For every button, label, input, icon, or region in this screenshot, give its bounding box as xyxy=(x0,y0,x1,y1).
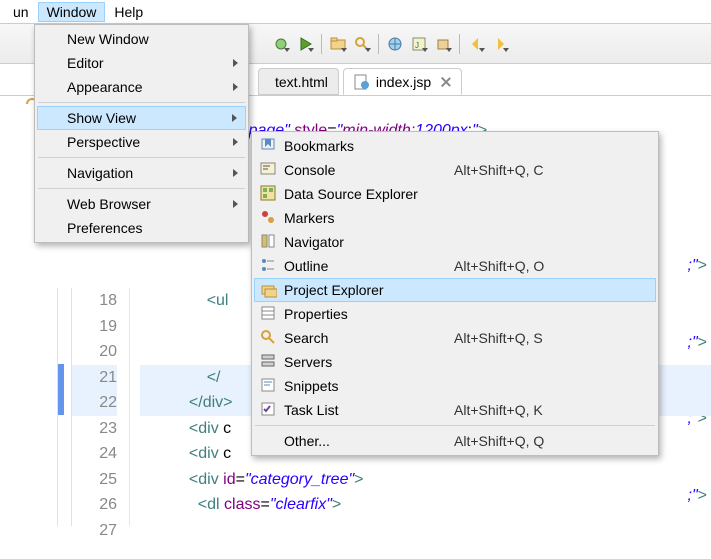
chevron-right-icon xyxy=(233,138,238,146)
submenu-servers[interactable]: Servers xyxy=(254,350,656,374)
blank-icon xyxy=(260,432,276,448)
menu-separator xyxy=(38,157,245,158)
menu-separator xyxy=(38,102,245,103)
menu-navigation[interactable]: Navigation xyxy=(37,161,246,185)
properties-icon xyxy=(260,305,276,321)
bookmark-icon xyxy=(260,137,276,153)
menu-show-view[interactable]: Show View xyxy=(37,106,246,130)
snippets-icon xyxy=(260,377,276,393)
menubar-item-run[interactable]: un xyxy=(4,2,38,22)
close-icon[interactable] xyxy=(441,77,451,87)
menu-web-browser[interactable]: Web Browser xyxy=(37,192,246,216)
servers-icon xyxy=(260,353,276,369)
menubar-item-help[interactable]: Help xyxy=(105,2,152,22)
search-icon xyxy=(260,329,276,345)
line-numbers: 18 19 20 21 22 23 24 25 26 27 xyxy=(72,288,130,526)
tab-label: index.jsp xyxy=(376,74,431,90)
menu-preferences[interactable]: Preferences xyxy=(37,216,246,240)
tab-label: text.html xyxy=(275,74,328,90)
menu-editor[interactable]: Editor xyxy=(37,51,246,75)
jsp-file-icon xyxy=(354,74,370,90)
datasource-icon xyxy=(260,185,276,201)
tab-index-jsp[interactable]: index.jsp xyxy=(343,68,462,95)
outline-icon xyxy=(260,257,276,273)
toolbar-back-icon[interactable] xyxy=(465,33,487,55)
submenu-console[interactable]: ConsoleAlt+Shift+Q, C xyxy=(254,158,656,182)
menu-separator xyxy=(255,425,655,426)
markers-icon xyxy=(260,209,276,225)
chevron-right-icon xyxy=(233,200,238,208)
console-icon xyxy=(260,161,276,177)
menubar: un Window Help xyxy=(0,0,711,24)
submenu-navigator[interactable]: Navigator xyxy=(254,230,656,254)
toolbar-search-icon[interactable] xyxy=(351,33,373,55)
code-fragment: ;"> xyxy=(669,253,707,279)
editor-highlight-bar xyxy=(58,364,64,415)
toolbar-new-folder-icon[interactable] xyxy=(327,33,349,55)
toolbar-jsp-icon[interactable]: J xyxy=(408,33,430,55)
menubar-item-window[interactable]: Window xyxy=(38,2,106,22)
svg-text:J: J xyxy=(415,41,419,50)
project-explorer-icon xyxy=(261,282,277,298)
toolbar-debug-icon[interactable] xyxy=(270,33,292,55)
toolbar-separator xyxy=(321,34,322,54)
navigator-icon xyxy=(260,233,276,249)
chevron-right-icon xyxy=(233,83,238,91)
toolbar-run-icon[interactable] xyxy=(294,33,316,55)
submenu-other[interactable]: Other...Alt+Shift+Q, Q xyxy=(254,429,656,453)
menu-appearance[interactable]: Appearance xyxy=(37,75,246,99)
submenu-task-list[interactable]: Task ListAlt+Shift+Q, K xyxy=(254,398,656,422)
menu-new-window[interactable]: New Window xyxy=(37,27,246,51)
submenu-snippets[interactable]: Snippets xyxy=(254,374,656,398)
editor-gutter xyxy=(0,288,58,526)
submenu-properties[interactable]: Properties xyxy=(254,302,656,326)
submenu-search[interactable]: SearchAlt+Shift+Q, S xyxy=(254,326,656,350)
chevron-right-icon xyxy=(233,169,238,177)
chevron-right-icon xyxy=(233,59,238,67)
toolbar-separator xyxy=(459,34,460,54)
show-view-submenu: Bookmarks ConsoleAlt+Shift+Q, C Data Sou… xyxy=(251,131,659,456)
toolbar-separator xyxy=(378,34,379,54)
submenu-outline[interactable]: OutlineAlt+Shift+Q, O xyxy=(254,254,656,278)
tab-text-html[interactable]: text.html xyxy=(258,68,339,95)
submenu-markers[interactable]: Markers xyxy=(254,206,656,230)
chevron-right-icon xyxy=(232,114,237,122)
menu-separator xyxy=(38,188,245,189)
submenu-project-explorer[interactable]: Project Explorer xyxy=(254,278,656,302)
window-menu: New Window Editor Appearance Show View P… xyxy=(34,24,249,243)
tasklist-icon xyxy=(260,401,276,417)
toolbar-package-icon[interactable] xyxy=(432,33,454,55)
menu-perspective[interactable]: Perspective xyxy=(37,130,246,154)
submenu-data-source-explorer[interactable]: Data Source Explorer xyxy=(254,182,656,206)
submenu-bookmarks[interactable]: Bookmarks xyxy=(254,134,656,158)
toolbar-globe-icon[interactable] xyxy=(384,33,406,55)
toolbar-forward-icon[interactable] xyxy=(489,33,511,55)
